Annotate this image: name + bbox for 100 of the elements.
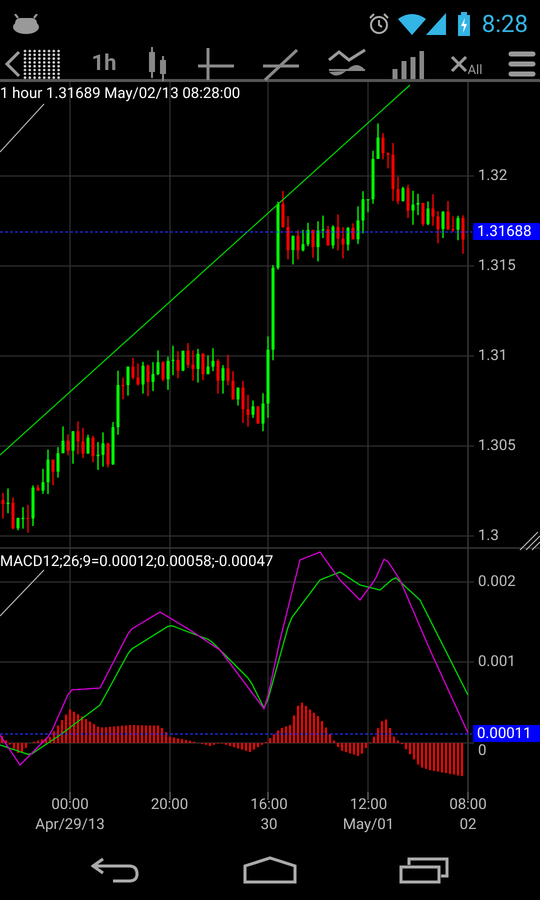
candlestick <box>136 364 140 386</box>
candlestick <box>362 191 364 234</box>
clock-time: 8:28 <box>482 9 528 40</box>
candlestick <box>72 431 74 464</box>
candlestick <box>32 485 34 526</box>
candlestick <box>102 432 104 467</box>
candlestick <box>336 214 340 250</box>
candlestick <box>166 356 170 390</box>
candlestick <box>52 459 54 486</box>
candlestick <box>186 343 190 368</box>
candlestick <box>56 447 60 478</box>
close-icon <box>450 54 468 72</box>
candlestick <box>412 190 414 225</box>
candlestick <box>112 422 114 465</box>
candlestick <box>446 200 450 230</box>
candlestick <box>356 206 360 244</box>
macd-legend: MACD12;26;9=0.00012;0.00058;-0.00047 <box>0 554 274 569</box>
candlestick <box>92 436 94 462</box>
resize-handle-icon[interactable] <box>520 532 540 550</box>
candlestick <box>326 226 330 246</box>
bar-chart-icon[interactable] <box>392 48 424 78</box>
candlestick <box>66 434 70 456</box>
android-icon <box>12 14 40 34</box>
candlestick <box>372 150 374 204</box>
trend-line[interactable] <box>0 84 410 456</box>
candlestick <box>182 350 184 372</box>
candlestick <box>192 350 194 381</box>
candlestick <box>206 355 210 374</box>
alarm-icon <box>368 13 390 35</box>
back-icon[interactable] <box>91 857 141 883</box>
candlestick <box>426 201 430 226</box>
candlestick <box>82 428 84 458</box>
candlestick <box>236 387 240 406</box>
candlestick <box>116 370 120 435</box>
dot-grid-icon[interactable] <box>22 48 62 80</box>
candlestick <box>462 215 464 254</box>
candlestick <box>436 211 440 244</box>
candlestick <box>212 348 214 372</box>
candlestick <box>2 492 4 518</box>
timeframe-button[interactable]: 1h <box>88 47 120 80</box>
candlestick <box>162 361 164 382</box>
candlestick <box>416 194 420 216</box>
candlestick <box>332 225 334 249</box>
candlestick <box>442 211 444 238</box>
candlestick <box>452 216 454 232</box>
candlestick <box>312 230 314 258</box>
candlestick <box>152 362 154 392</box>
candlestick <box>86 434 90 454</box>
date-axis-label: May/01 <box>342 814 394 834</box>
candlestick <box>16 518 20 530</box>
candlestick <box>132 358 134 380</box>
candlestick <box>156 350 160 376</box>
candlestick <box>292 235 294 264</box>
wifi-icon <box>398 13 426 35</box>
candlestick <box>202 353 204 380</box>
candlestick <box>432 194 434 226</box>
candlestick <box>146 364 150 396</box>
candlestick <box>402 186 404 202</box>
candlestick <box>6 488 10 514</box>
candlestick <box>106 442 110 468</box>
current-price-label: 1.31688 <box>473 223 540 240</box>
candlestick <box>342 227 344 258</box>
candlestick <box>42 468 44 494</box>
candlestick <box>422 202 424 226</box>
candlestick <box>242 380 244 423</box>
candlestick <box>226 354 230 386</box>
candlestick <box>26 504 30 533</box>
candlestick <box>12 497 14 530</box>
price-axis-label: 1.3 <box>478 528 499 543</box>
candlestick <box>46 450 50 494</box>
candlestick <box>252 400 254 418</box>
menu-icon[interactable] <box>508 50 536 78</box>
candlestick <box>256 406 260 424</box>
back-chevron-icon[interactable] <box>4 48 22 78</box>
clear-all-button[interactable]: All <box>450 54 482 72</box>
candlestick <box>246 394 250 427</box>
candlestick <box>142 362 144 394</box>
candlestick <box>396 176 400 204</box>
candlestick <box>222 365 224 394</box>
time-axis-label: 16:00 <box>250 794 288 814</box>
price-axis-label: 1.31 <box>478 348 508 363</box>
recent-apps-icon[interactable] <box>399 856 449 884</box>
candlestick <box>322 216 324 238</box>
time-axis-label: 12:00 <box>350 794 388 814</box>
candlestick <box>122 377 124 400</box>
price-axis-label: 1.315 <box>478 258 516 273</box>
crosshair-icon[interactable] <box>196 46 236 82</box>
candlestick <box>76 421 80 454</box>
home-icon[interactable] <box>243 856 297 884</box>
time-axis-label: 00:00 <box>51 794 89 814</box>
candlestick <box>382 133 384 160</box>
price-axis-label: 1.32 <box>478 168 508 183</box>
date-axis-label: Apr/29/13 <box>35 814 105 834</box>
candlestick <box>62 426 64 454</box>
candlestick <box>36 484 40 491</box>
candlestick <box>406 184 410 218</box>
candlestick <box>392 143 394 201</box>
candlestick <box>196 348 200 383</box>
candlestick <box>316 221 320 262</box>
time-axis-label: 08:00 <box>449 794 487 814</box>
